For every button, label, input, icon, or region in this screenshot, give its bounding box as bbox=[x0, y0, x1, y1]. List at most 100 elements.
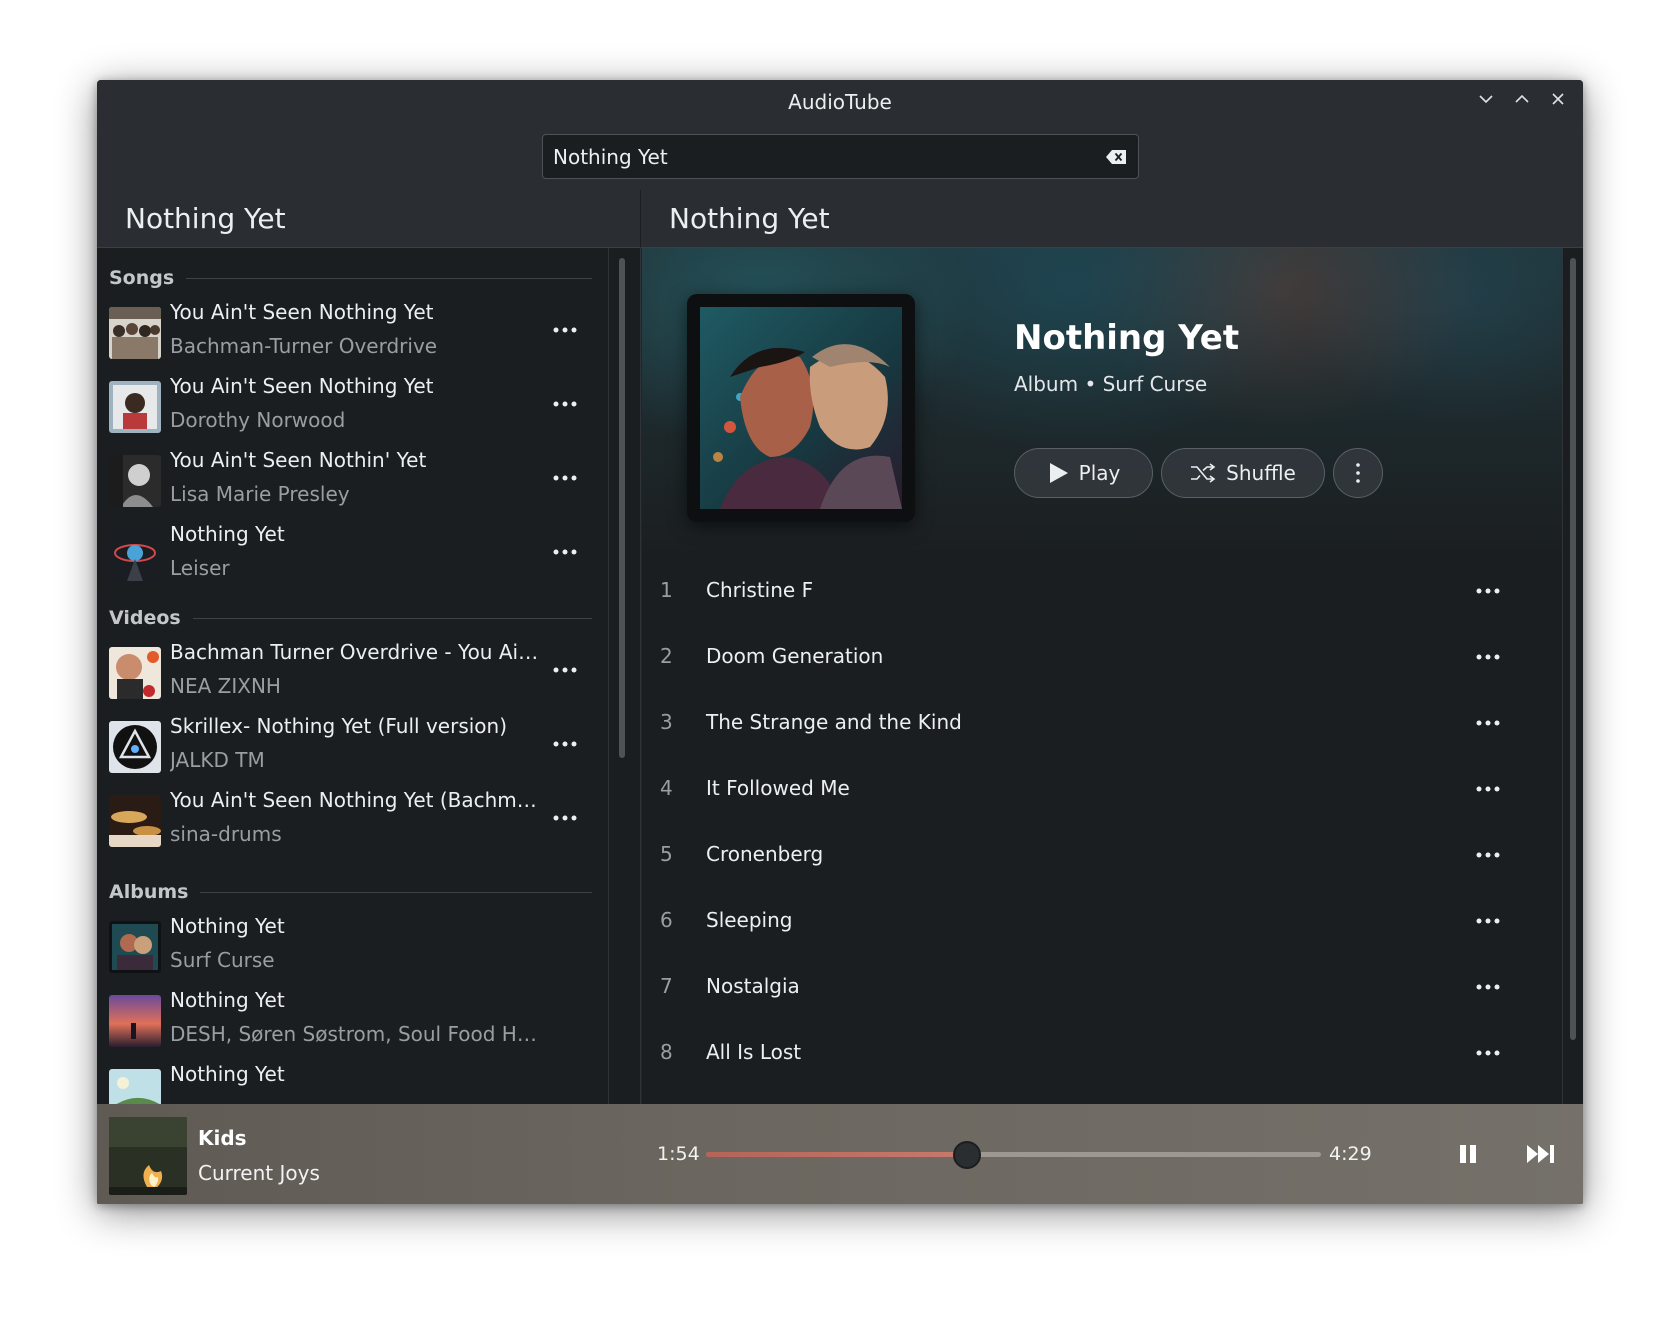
video-thumbnail bbox=[109, 647, 161, 699]
song-item[interactable]: Nothing Yet Leiser bbox=[109, 522, 592, 588]
search-results-list: Songs You Ain't Seen Nothing Yet Bachman… bbox=[97, 248, 641, 1104]
album-name: Nothing Yet bbox=[1014, 318, 1240, 358]
track-row[interactable]: 4 It Followed Me bbox=[642, 756, 1562, 822]
song-artist: Leiser bbox=[170, 556, 230, 580]
song-item[interactable]: You Ain't Seen Nothing Yet Dorothy Norwo… bbox=[109, 374, 592, 440]
track-row[interactable]: 8 All Is Lost bbox=[642, 1020, 1562, 1086]
song-artist: Bachman-Turner Overdrive bbox=[170, 334, 438, 358]
skip-next-icon bbox=[1527, 1145, 1554, 1163]
song-more-button[interactable] bbox=[549, 394, 581, 414]
more-horizontal-icon bbox=[553, 741, 577, 747]
results-title: Nothing Yet bbox=[125, 202, 286, 235]
song-more-button[interactable] bbox=[549, 320, 581, 340]
close-button[interactable] bbox=[1547, 88, 1569, 110]
album-scroll-track bbox=[1562, 248, 1563, 1104]
clear-search-button[interactable] bbox=[1104, 146, 1128, 168]
song-item[interactable]: You Ain't Seen Nothing Yet Bachman-Turne… bbox=[109, 300, 592, 366]
video-channel: JALKD TM bbox=[170, 748, 265, 772]
progress-slider[interactable] bbox=[706, 1141, 1321, 1169]
track-row[interactable]: 3 The Strange and the Kind bbox=[642, 690, 1562, 756]
album-artist: DESH, Søren Søstrom, Soul Food Horns bbox=[170, 1022, 540, 1046]
more-vertical-icon bbox=[1356, 463, 1360, 483]
section-header-songs: Songs bbox=[109, 266, 592, 290]
album-item[interactable]: Nothing Yet Surf Curse bbox=[109, 914, 592, 980]
more-horizontal-icon bbox=[553, 475, 577, 481]
progress-fill bbox=[706, 1152, 967, 1157]
progress-handle[interactable] bbox=[952, 1141, 981, 1169]
video-item[interactable]: You Ain't Seen Nothing Yet (Bachman-... … bbox=[109, 788, 592, 854]
song-artist: Lisa Marie Presley bbox=[170, 482, 350, 506]
track-row[interactable]: 5 Cronenberg bbox=[642, 822, 1562, 888]
shuffle-album-button[interactable]: Shuffle bbox=[1161, 448, 1325, 498]
video-channel: NEA ZIXNH bbox=[170, 674, 281, 698]
track-more-button[interactable] bbox=[1472, 779, 1504, 799]
results-scrollbar[interactable] bbox=[619, 258, 625, 758]
track-row[interactable]: 6 Sleeping bbox=[642, 888, 1562, 954]
track-more-button[interactable] bbox=[1472, 647, 1504, 667]
pause-button[interactable] bbox=[1450, 1136, 1486, 1172]
current-time: 1:54 bbox=[657, 1143, 700, 1165]
section-label: Songs bbox=[109, 267, 175, 289]
track-row[interactable]: 1 Christine F bbox=[642, 558, 1562, 624]
results-scroll-track bbox=[608, 248, 609, 1104]
album-item[interactable]: Nothing Yet bbox=[109, 1062, 592, 1104]
video-more-button[interactable] bbox=[549, 808, 581, 828]
song-title: Nothing Yet bbox=[170, 522, 285, 546]
player-bar: Kids Current Joys 1:54 4:29 bbox=[97, 1104, 1583, 1204]
track-title: Nostalgia bbox=[706, 974, 800, 998]
close-icon bbox=[1552, 93, 1564, 105]
minimize-button[interactable] bbox=[1475, 88, 1497, 110]
song-item[interactable]: You Ain't Seen Nothin' Yet Lisa Marie Pr… bbox=[109, 448, 592, 514]
track-more-button[interactable] bbox=[1472, 911, 1504, 931]
track-more-button[interactable] bbox=[1472, 713, 1504, 733]
more-horizontal-icon bbox=[1476, 720, 1500, 726]
album-artist: Surf Curse bbox=[170, 948, 275, 972]
album-scrollbar[interactable] bbox=[1570, 258, 1576, 1040]
album-item[interactable]: Nothing Yet DESH, Søren Søstrom, Soul Fo… bbox=[109, 988, 592, 1054]
video-more-button[interactable] bbox=[549, 734, 581, 754]
track-more-button[interactable] bbox=[1472, 581, 1504, 601]
song-more-button[interactable] bbox=[549, 542, 581, 562]
video-more-button[interactable] bbox=[549, 660, 581, 680]
section-divider bbox=[186, 277, 592, 279]
shuffle-icon bbox=[1191, 463, 1216, 483]
song-thumbnail bbox=[109, 529, 161, 581]
section-label: Albums bbox=[109, 881, 189, 903]
video-item[interactable]: Bachman Turner Overdrive - You Ain't ...… bbox=[109, 640, 592, 706]
track-row[interactable]: 7 Nostalgia bbox=[642, 954, 1562, 1020]
search-input[interactable] bbox=[543, 135, 1138, 178]
album-menu-button[interactable] bbox=[1333, 448, 1383, 498]
track-title: Sleeping bbox=[706, 908, 793, 932]
play-album-button[interactable]: Play bbox=[1014, 448, 1153, 498]
song-artist: Dorothy Norwood bbox=[170, 408, 346, 432]
next-track-button[interactable] bbox=[1523, 1136, 1559, 1172]
now-playing-thumbnail[interactable] bbox=[109, 1117, 187, 1195]
track-number: 5 bbox=[660, 842, 673, 866]
track-number: 4 bbox=[660, 776, 673, 800]
song-more-button[interactable] bbox=[549, 468, 581, 488]
more-horizontal-icon bbox=[1476, 918, 1500, 924]
track-more-button[interactable] bbox=[1472, 845, 1504, 865]
video-title: You Ain't Seen Nothing Yet (Bachman-... bbox=[170, 788, 540, 812]
video-item[interactable]: Skrillex- Nothing Yet (Full version) JAL… bbox=[109, 714, 592, 780]
more-horizontal-icon bbox=[1476, 786, 1500, 792]
album-thumbnail bbox=[109, 1069, 161, 1104]
track-more-button[interactable] bbox=[1472, 1043, 1504, 1063]
track-title: Cronenberg bbox=[706, 842, 824, 866]
section-header-videos: Videos bbox=[109, 606, 592, 630]
maximize-button[interactable] bbox=[1511, 88, 1533, 110]
search-box bbox=[542, 134, 1139, 179]
track-row[interactable]: 2 Doom Generation bbox=[642, 624, 1562, 690]
now-playing-title: Kids bbox=[198, 1126, 247, 1150]
section-header-albums: Albums bbox=[109, 880, 592, 904]
more-horizontal-icon bbox=[553, 549, 577, 555]
album-thumbnail bbox=[109, 921, 161, 973]
song-thumbnail bbox=[109, 455, 161, 507]
track-number: 3 bbox=[660, 710, 673, 734]
track-more-button[interactable] bbox=[1472, 977, 1504, 997]
song-thumbnail bbox=[109, 381, 161, 433]
more-horizontal-icon bbox=[1476, 984, 1500, 990]
album-cover-frame bbox=[687, 294, 915, 522]
album-view: Nothing Yet Album • Surf Curse Play Shuf… bbox=[642, 248, 1583, 1104]
track-title: It Followed Me bbox=[706, 776, 850, 800]
